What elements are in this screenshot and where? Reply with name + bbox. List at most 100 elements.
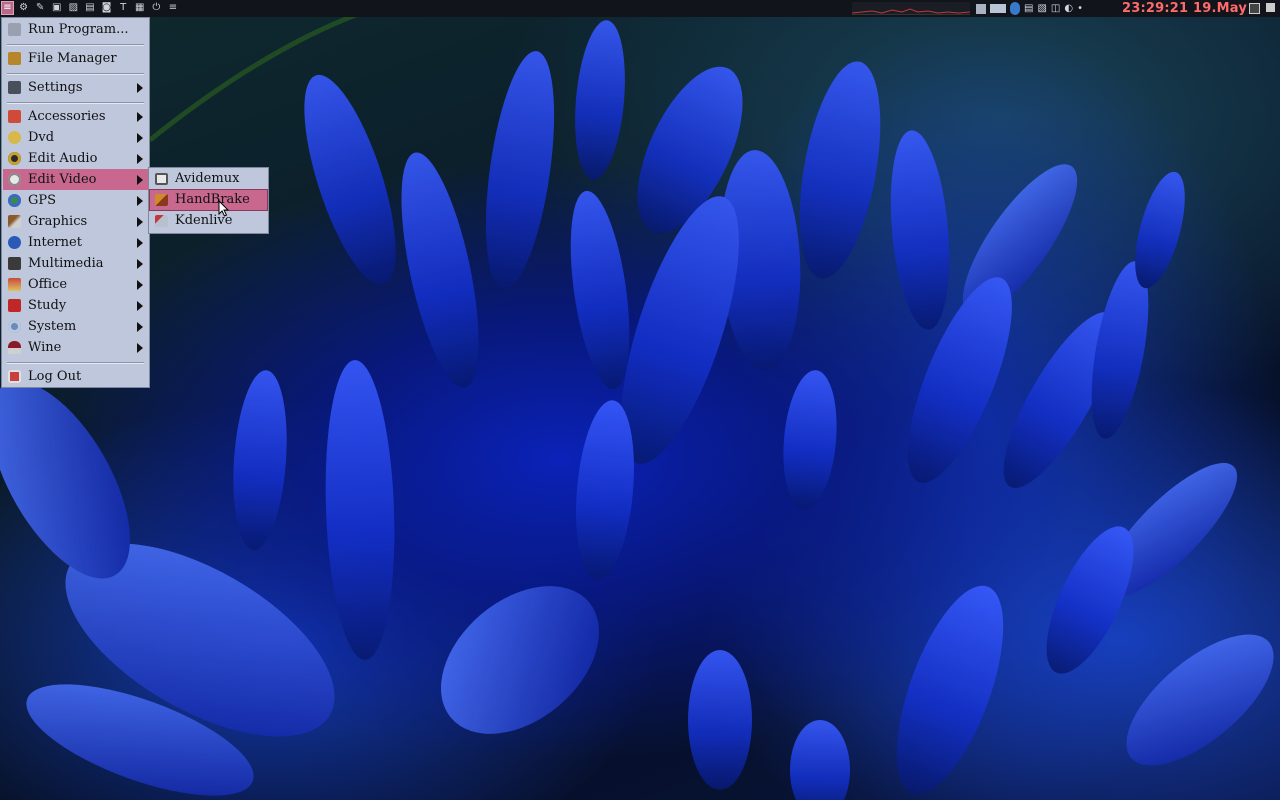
menu-icon[interactable]: ≡ bbox=[1, 1, 14, 15]
screenshot-icon[interactable]: ◙ bbox=[100, 1, 114, 15]
exit-icon[interactable] bbox=[1266, 3, 1275, 12]
gear-icon[interactable]: ⚙ bbox=[17, 1, 31, 15]
menu-item-label: Study bbox=[28, 298, 67, 313]
menu-item-label: Wine bbox=[28, 340, 62, 355]
submenu-item-kdenlive[interactable]: Kdenlive bbox=[150, 211, 267, 231]
avidemux-icon bbox=[155, 173, 168, 185]
menu-item-edit-video[interactable]: Edit Video bbox=[3, 169, 148, 190]
clock[interactable]: 23:29:21 19.May bbox=[1122, 0, 1247, 17]
submenu-arrow-icon bbox=[137, 343, 143, 353]
wrench-icon[interactable]: ✎ bbox=[33, 1, 47, 15]
menu-item-multimedia[interactable]: Multimedia bbox=[3, 253, 148, 274]
desktop-wallpaper bbox=[0, 0, 1280, 800]
menu-separator bbox=[7, 44, 144, 46]
menu-item-settings[interactable]: Settings bbox=[3, 77, 148, 98]
mouse-cursor-icon bbox=[218, 200, 230, 217]
system-tray: ▤ ▧ ◫ ◐ • bbox=[976, 1, 1087, 16]
notes-icon[interactable]: ≡ bbox=[166, 1, 180, 15]
submenu-arrow-icon bbox=[137, 112, 143, 122]
menu-item-gps[interactable]: GPS bbox=[3, 190, 148, 211]
handbrake-icon bbox=[155, 194, 168, 206]
menu-item-office[interactable]: Office bbox=[3, 274, 148, 295]
menu-item-label: Edit Video bbox=[28, 172, 97, 187]
dot-icon: • bbox=[1077, 3, 1083, 14]
menu-separator bbox=[7, 102, 144, 104]
submenu-arrow-icon bbox=[137, 322, 143, 332]
menu-item-system[interactable]: System bbox=[3, 316, 148, 337]
kdenlive-icon bbox=[155, 215, 168, 227]
power-icon[interactable]: ⏻ bbox=[149, 1, 163, 15]
multimedia-icon bbox=[8, 257, 21, 270]
menu-item-dvd[interactable]: Dvd bbox=[3, 127, 148, 148]
dvd-icon bbox=[8, 131, 21, 144]
network-icon[interactable]: ▧ bbox=[1037, 3, 1046, 14]
keyboard-icon[interactable] bbox=[990, 4, 1006, 13]
study-icon bbox=[8, 299, 21, 312]
settings-icon bbox=[8, 81, 21, 94]
edit-video-submenu: Avidemux HandBrake Kdenlive bbox=[148, 167, 269, 234]
desktop-icon[interactable] bbox=[976, 3, 986, 14]
logout-icon bbox=[8, 370, 21, 383]
submenu-arrow-icon bbox=[137, 217, 143, 227]
text-icon[interactable]: T bbox=[116, 1, 130, 15]
menu-item-accessories[interactable]: Accessories bbox=[3, 106, 148, 127]
submenu-item-avidemux[interactable]: Avidemux bbox=[150, 169, 267, 189]
network-graph bbox=[851, 2, 971, 15]
submenu-arrow-icon bbox=[137, 259, 143, 269]
calendar-icon[interactable]: ▦ bbox=[133, 1, 147, 15]
office-icon bbox=[8, 278, 21, 291]
menu-item-wine[interactable]: Wine bbox=[3, 337, 148, 358]
bluetooth-icon[interactable] bbox=[1010, 2, 1020, 15]
accessories-icon bbox=[8, 110, 21, 123]
folder-icon bbox=[8, 52, 21, 65]
menu-item-file-manager[interactable]: File Manager bbox=[3, 48, 148, 69]
image-icon[interactable]: ▨ bbox=[66, 1, 80, 15]
menu-item-run-program[interactable]: Run Program... bbox=[3, 19, 148, 40]
top-panel: ≡ ⚙ ✎ ▣ ▨ ▤ ◙ T ▦ ⏻ ≡ ▤ ▧ ◫ ◐ • 23:29:21… bbox=[0, 0, 1280, 17]
submenu-arrow-icon bbox=[137, 175, 143, 185]
submenu-item-label: Avidemux bbox=[175, 171, 240, 186]
clipboard-icon[interactable]: ▤ bbox=[1024, 3, 1033, 14]
menu-item-label: GPS bbox=[28, 193, 57, 208]
console-icon[interactable]: ▤ bbox=[83, 1, 97, 15]
menu-item-label: Edit Audio bbox=[28, 151, 98, 166]
submenu-arrow-icon bbox=[137, 238, 143, 248]
lock-icon[interactable] bbox=[1249, 3, 1260, 14]
application-menu: Run Program... File Manager Settings Acc… bbox=[1, 17, 150, 388]
menu-item-internet[interactable]: Internet bbox=[3, 232, 148, 253]
menu-item-label: Dvd bbox=[28, 130, 55, 145]
audio-icon bbox=[8, 152, 21, 165]
globe-icon bbox=[8, 194, 21, 207]
menu-item-label: Graphics bbox=[28, 214, 88, 229]
menu-separator bbox=[7, 362, 144, 364]
launcher-bar: ≡ ⚙ ✎ ▣ ▨ ▤ ◙ T ▦ ⏻ ≡ bbox=[1, 1, 183, 16]
menu-item-label: System bbox=[28, 319, 77, 334]
submenu-arrow-icon bbox=[137, 301, 143, 311]
submenu-arrow-icon bbox=[137, 280, 143, 290]
volume-icon[interactable]: ◐ bbox=[1064, 3, 1073, 14]
menu-item-label: Run Program... bbox=[28, 22, 129, 37]
menu-item-label: Log Out bbox=[28, 369, 82, 384]
submenu-arrow-icon bbox=[137, 154, 143, 164]
menu-item-graphics[interactable]: Graphics bbox=[3, 211, 148, 232]
menu-item-study[interactable]: Study bbox=[3, 295, 148, 316]
menu-item-log-out[interactable]: Log Out bbox=[3, 366, 148, 387]
menu-item-label: Multimedia bbox=[28, 256, 104, 271]
menu-item-label: Internet bbox=[28, 235, 82, 250]
menu-item-label: Settings bbox=[28, 80, 83, 95]
menu-item-edit-audio[interactable]: Edit Audio bbox=[3, 148, 148, 169]
menu-item-label: File Manager bbox=[28, 51, 117, 66]
submenu-item-handbrake[interactable]: HandBrake bbox=[149, 189, 268, 211]
submenu-arrow-icon bbox=[137, 133, 143, 143]
submenu-arrow-icon bbox=[137, 196, 143, 206]
menu-separator bbox=[7, 73, 144, 75]
update-icon[interactable]: ◫ bbox=[1051, 3, 1060, 14]
menu-item-label: Accessories bbox=[28, 109, 106, 124]
video-icon bbox=[8, 173, 21, 186]
internet-icon bbox=[8, 236, 21, 249]
brush-icon bbox=[8, 215, 21, 228]
menu-item-label: Office bbox=[28, 277, 68, 292]
terminal-icon[interactable]: ▣ bbox=[50, 1, 64, 15]
submenu-arrow-icon bbox=[137, 83, 143, 93]
network-graph-plot bbox=[851, 8, 971, 14]
